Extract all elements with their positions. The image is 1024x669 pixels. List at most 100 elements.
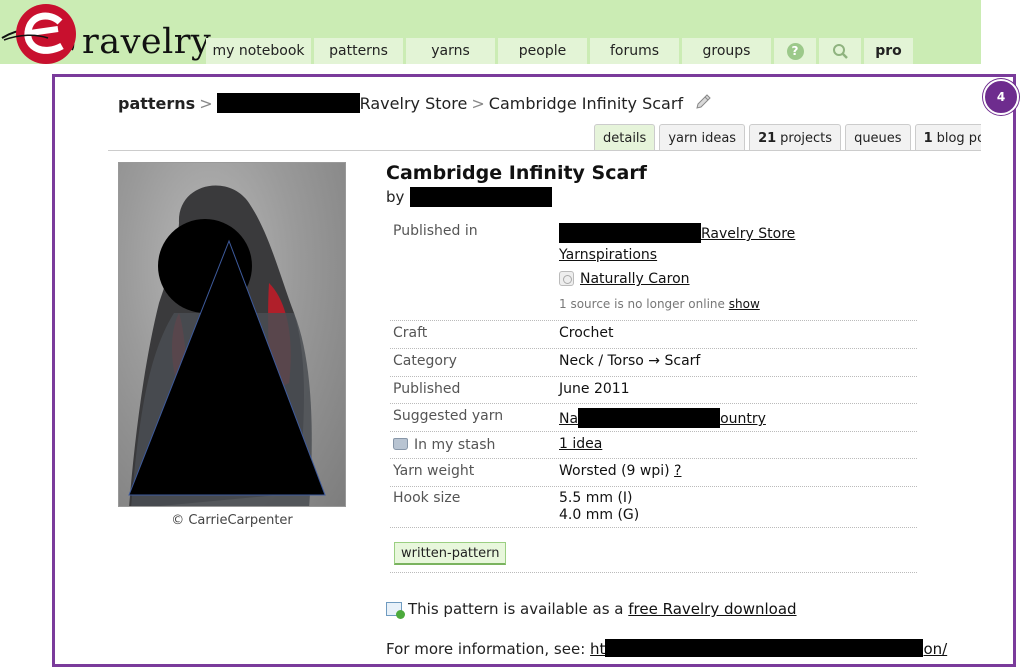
nav-search[interactable] (819, 38, 864, 64)
tab-count: 1 (923, 130, 933, 146)
search-icon (832, 43, 848, 59)
tab-label: details (603, 130, 647, 146)
redacted-block (578, 408, 721, 428)
edit-pencil-icon[interactable] (694, 93, 712, 111)
naturally-caron-link[interactable]: Naturally Caron (580, 271, 690, 287)
breadcrumb: patterns > Ravelry Store > Cambridge Infinit… (118, 93, 712, 113)
stash-value: 1 idea (559, 436, 602, 452)
source-offline-note: 1 source is no longer online show (559, 297, 760, 311)
row-craft: Craft Crochet (390, 321, 917, 349)
pattern-title: Cambridge Infinity Scarf (386, 162, 647, 184)
yarn-weight-text: Worsted (9 wpi) (559, 463, 670, 479)
download-icon (386, 602, 405, 619)
tab-projects[interactable]: 21 projects (749, 124, 842, 151)
hook-size-1: 5.5 mm (I) (559, 490, 633, 506)
row-hook-size: Hook size 5.5 mm (I) 4.0 mm (G) (390, 487, 917, 528)
published-in-yarnspirations: Yarnspirations (559, 247, 657, 263)
more-info-link-end[interactable]: on/ (923, 640, 947, 658)
nav-my-notebook-label: my notebook (212, 43, 305, 59)
suggested-yarn-label: Suggested yarn (393, 408, 504, 424)
suggested-yarn-value: Na ountry (559, 408, 766, 428)
row-category: Category Neck / Torso → Scarf (390, 349, 917, 377)
breadcrumb-store[interactable]: Ravelry Store (360, 94, 468, 113)
nav-patterns[interactable]: patterns (314, 38, 406, 64)
craft-label: Craft (393, 325, 428, 341)
stash-label-wrap: In my stash (393, 437, 495, 453)
main-nav: my notebook patterns yarns people forums grou… (206, 38, 916, 64)
download-prefix: This pattern is available as a (408, 600, 624, 618)
redacted-block (216, 93, 360, 113)
tab-label: projects (780, 130, 833, 146)
redacted-block (559, 223, 701, 243)
by-label: by (386, 188, 405, 206)
stash-icon (393, 438, 408, 450)
tab-details[interactable]: details (594, 124, 656, 151)
hook-size-2: 4.0 mm (G) (559, 507, 640, 523)
stash-idea-link[interactable]: 1 idea (559, 436, 602, 452)
tab-divider (108, 150, 981, 151)
yarn-weight-label: Yarn weight (393, 463, 475, 479)
published-in-value: Ravelry Store (559, 223, 795, 243)
stash-label: In my stash (414, 437, 496, 453)
breadcrumb-separator: > (199, 94, 213, 113)
ravelry-logo-icon (1, 4, 76, 64)
published-in-store-link[interactable]: Ravelry Store (701, 226, 795, 242)
nav-pro[interactable]: pro (864, 38, 916, 64)
download-line: This pattern is available as a free Rave… (386, 600, 797, 619)
nav-forums[interactable]: forums (590, 38, 682, 64)
nav-groups[interactable]: groups (682, 38, 774, 64)
tab-label: blog po (936, 130, 981, 146)
nav-help[interactable]: ? (774, 38, 819, 64)
row-suggested-yarn: Suggested yarn Na ountry (390, 404, 917, 432)
nav-people-label: people (518, 43, 567, 59)
more-info-line: For more information, see: ht on/ (386, 639, 947, 658)
yarn-weight-help-link[interactable]: ? (674, 463, 681, 479)
pattern-tabs: details yarn ideas 21 projects queues 1 blog p… (594, 124, 981, 151)
source-offline-text: 1 source is no longer online (559, 297, 725, 311)
row-stash: In my stash 1 idea (390, 432, 917, 459)
ravelry-logo[interactable]: ravelry (0, 0, 211, 68)
site-header: ravelry my notebook patterns yarns people fo… (0, 0, 981, 64)
redacted-designer[interactable] (410, 187, 553, 207)
nav-yarns[interactable]: yarns (406, 38, 498, 64)
nav-patterns-label: patterns (329, 43, 388, 59)
hook-size-label: Hook size (393, 490, 461, 506)
breadcrumb-current: Cambridge Infinity Scarf (488, 94, 684, 113)
yarn-weight-value: Worsted (9 wpi) ? (559, 463, 681, 479)
details-divider (390, 572, 917, 573)
pattern-photo[interactable] (118, 162, 346, 507)
source-icon (559, 271, 574, 286)
suggested-yarn-link-start[interactable]: Na (559, 411, 578, 427)
tab-count: 21 (758, 130, 777, 146)
help-icon: ? (786, 42, 804, 60)
tab-label: queues (854, 130, 902, 146)
nav-people[interactable]: people (498, 38, 590, 64)
tag-written-pattern[interactable]: written-pattern (394, 542, 507, 565)
tab-queues[interactable]: queues (845, 124, 911, 151)
logo-text: ravelry (82, 22, 212, 62)
published-value: June 2011 (559, 381, 630, 397)
nav-my-notebook[interactable]: my notebook (206, 38, 314, 64)
annotation-badge: 4 (983, 79, 1019, 115)
published-in-label: Published in (393, 223, 478, 239)
category-value: Neck / Torso → Scarf (559, 353, 701, 369)
category-label: Category (393, 353, 457, 369)
breadcrumb-separator: > (471, 94, 485, 113)
published-in-caron: Naturally Caron (559, 271, 690, 287)
nav-groups-label: groups (702, 43, 751, 59)
redacted-url (605, 639, 924, 657)
suggested-yarn-link-end[interactable]: ountry (720, 411, 766, 427)
photo-credit: © CarrieCarpenter (171, 513, 293, 528)
more-info-prefix: For more information, see: (386, 640, 586, 658)
breadcrumb-patterns[interactable]: patterns (118, 94, 195, 113)
more-info-link-start[interactable]: ht (590, 640, 605, 658)
row-published: Published June 2011 (390, 377, 917, 404)
free-download-link[interactable]: free Ravelry download (628, 600, 796, 618)
show-source-link[interactable]: show (729, 297, 760, 311)
nav-yarns-label: yarns (431, 43, 470, 59)
row-published-in: Published in Ravelry Store Yarnspiration… (390, 220, 917, 321)
tab-blog-po[interactable]: 1 blog po (914, 124, 981, 151)
yarnspirations-link[interactable]: Yarnspirations (559, 247, 657, 263)
tab-yarn-ideas[interactable]: yarn ideas (659, 124, 746, 151)
nav-forums-label: forums (609, 43, 660, 59)
